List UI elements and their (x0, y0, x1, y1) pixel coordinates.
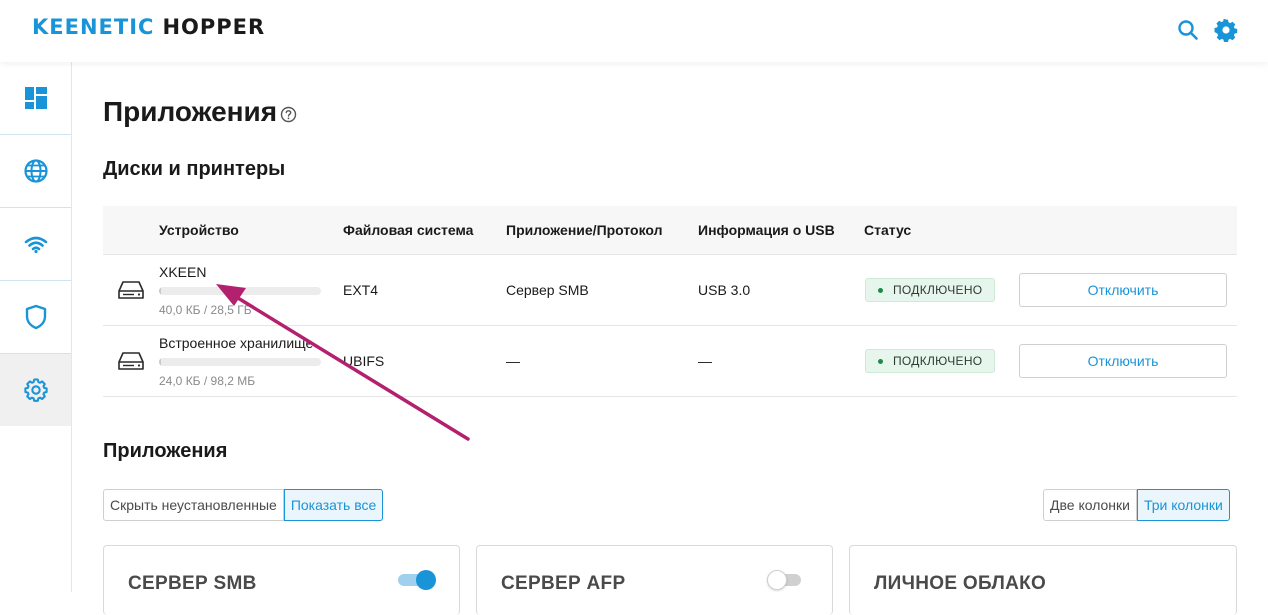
column-header: Файловая система (343, 222, 474, 238)
help-icon[interactable] (280, 106, 297, 123)
hard-drive-icon (118, 281, 144, 299)
shield-icon (25, 304, 46, 330)
two-columns-button[interactable]: Две колонки (1043, 489, 1137, 521)
column-header: Устройство (159, 222, 239, 238)
logo-product: HOPPER (162, 15, 266, 39)
status-dot-icon (878, 358, 883, 364)
gear-icon[interactable] (1214, 18, 1238, 42)
wifi-icon (24, 236, 47, 254)
top-bar: KEENETIC HOPPER (0, 0, 1268, 62)
app-card-smb[interactable]: СЕРВЕР SMB (103, 545, 460, 615)
usage-bar (159, 287, 321, 295)
column-header: Приложение/Протокол (506, 222, 663, 238)
smb-toggle[interactable] (398, 570, 436, 590)
usage-bar (159, 358, 321, 366)
hide-uninstalled-button[interactable]: Скрыть неустановленные (103, 489, 284, 521)
globe-icon (23, 159, 48, 183)
table-row[interactable]: Встроенное хранилище 24,0 КБ / 98,2 МБ U… (103, 326, 1237, 397)
usb-info: USB 3.0 (698, 282, 751, 298)
column-header: Информация о USB (698, 222, 835, 238)
table-header: Устройство Файловая система Приложение/П… (103, 206, 1237, 255)
gear-icon (23, 378, 48, 402)
sidebar-item-dashboard[interactable] (0, 62, 71, 134)
sidebar (0, 62, 72, 592)
table-row[interactable]: XKEEN 40,0 КБ / 28,5 ГБ EXT4 Сервер SMB … (103, 255, 1237, 326)
disconnect-button[interactable]: Отключить (1019, 344, 1227, 378)
columns-toggle-group: Две колонки Три колонки (1043, 489, 1230, 521)
status-dot-icon (878, 287, 883, 293)
column-header: Статус (864, 222, 912, 238)
disks-table: Устройство Файловая система Приложение/П… (103, 206, 1237, 397)
status-badge: ПОДКЛЮЧЕНО (865, 278, 996, 302)
status-text: ПОДКЛЮЧЕНО (893, 354, 983, 368)
usage-text: 24,0 КБ / 98,2 МБ (159, 374, 256, 388)
file-system: UBIFS (343, 353, 385, 369)
usage-text: 40,0 КБ / 28,5 ГБ (159, 303, 252, 317)
device-name: Встроенное хранилище (159, 335, 314, 351)
section-title-apps: Приложения (103, 440, 228, 462)
sidebar-item-internet[interactable] (0, 135, 71, 207)
show-all-button[interactable]: Показать все (283, 489, 384, 521)
file-system: EXT4 (343, 282, 379, 298)
afp-toggle[interactable] (767, 570, 805, 590)
page-title: Приложения (103, 96, 278, 127)
sidebar-item-settings[interactable] (0, 354, 71, 426)
filter-toggle-group: Скрыть неустановленные Показать все (103, 489, 384, 521)
app-card-cloud[interactable]: ЛИЧНОЕ ОБЛАКО (849, 545, 1237, 615)
app-card-afp[interactable]: СЕРВЕР AFP (476, 545, 833, 615)
device-name: XKEEN (159, 264, 207, 280)
logo-brand: KEENETIC (32, 15, 155, 39)
protocol: Сервер SMB (506, 282, 589, 298)
sidebar-item-security[interactable] (0, 281, 71, 353)
status-text: ПОДКЛЮЧЕНО (893, 283, 983, 297)
hard-drive-icon (118, 352, 144, 370)
three-columns-button[interactable]: Три колонки (1137, 489, 1230, 521)
section-title-disks: Диски и принтеры (103, 158, 286, 180)
sidebar-item-wifi[interactable] (0, 208, 71, 280)
usb-info: — (698, 353, 712, 369)
status-badge: ПОДКЛЮЧЕНО (865, 349, 996, 373)
protocol: — (506, 353, 520, 369)
disconnect-button[interactable]: Отключить (1019, 273, 1227, 307)
search-icon[interactable] (1176, 18, 1200, 42)
logo[interactable]: KEENETIC HOPPER (32, 15, 265, 39)
dashboard-icon (24, 87, 47, 109)
